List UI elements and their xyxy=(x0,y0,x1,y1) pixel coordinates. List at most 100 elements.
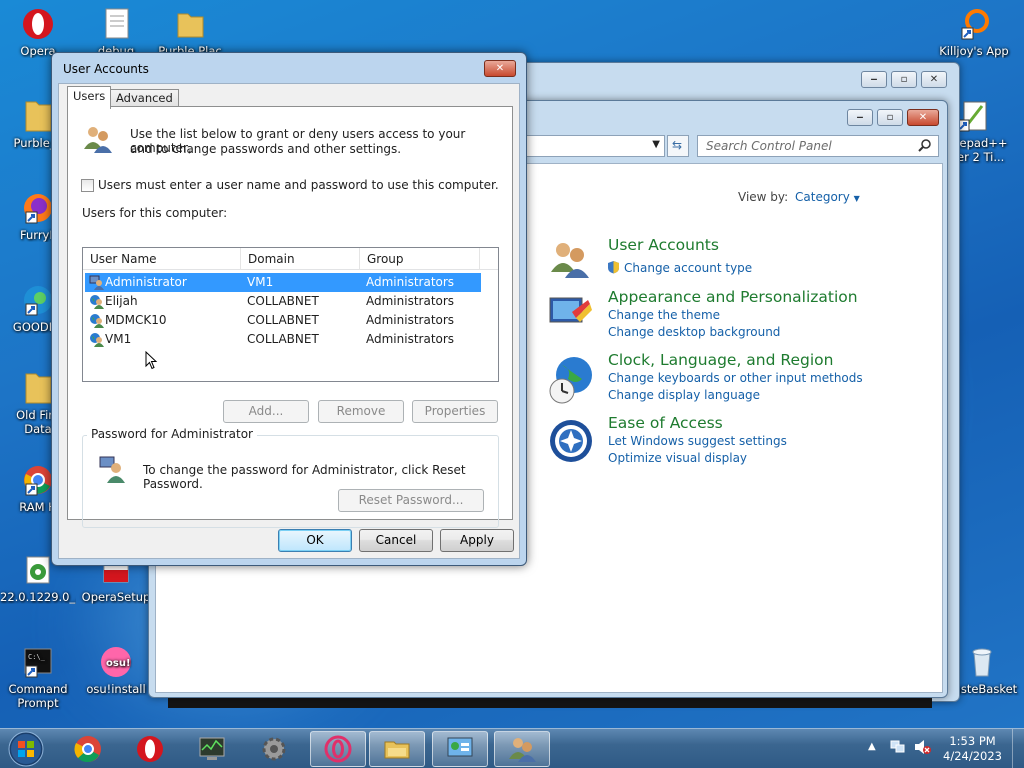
user-icon xyxy=(89,332,104,347)
category-link[interactable]: Change keyboards or other input methods xyxy=(608,371,863,385)
category-title[interactable]: Appearance and Personalization xyxy=(608,288,858,306)
password-user-icon xyxy=(98,455,130,490)
taskbar-file-explorer[interactable] xyxy=(369,731,425,767)
category-link[interactable]: Change desktop background xyxy=(608,325,780,339)
taskbar-opera-gx[interactable] xyxy=(310,731,366,767)
taskbar-control-panel[interactable] xyxy=(432,731,488,767)
show-desktop-button[interactable] xyxy=(1012,729,1024,768)
column-header-group[interactable]: Group xyxy=(360,248,480,270)
close-button[interactable]: ✕ xyxy=(484,60,516,77)
tray-network-icon[interactable] xyxy=(890,739,906,758)
search-input[interactable]: Search Control Panel xyxy=(697,135,939,157)
close-button[interactable]: ✕ xyxy=(907,109,939,126)
table-row-vm1[interactable]: VM1 COLLABNET Administrators xyxy=(85,330,481,349)
clock-date: 4/24/2023 xyxy=(943,749,1002,763)
taskbar-task-manager[interactable] xyxy=(184,731,240,767)
password-group-label: Password for Administrator xyxy=(87,427,257,441)
category-link[interactable]: Optimize visual display xyxy=(608,451,747,465)
table-row-administrator[interactable]: Administrator VM1 Administrators xyxy=(85,273,481,292)
user-accounts-dialog[interactable]: User Accounts ✕ Users Advanced Use the l… xyxy=(51,52,527,566)
background-window-caption-buttons: ‒ ▫ ✕ xyxy=(861,71,947,88)
taskbar-chrome[interactable] xyxy=(60,731,116,767)
category-link[interactable]: Change account type xyxy=(624,261,752,275)
svg-text:C:\_: C:\_ xyxy=(28,653,46,661)
minimize-button[interactable]: ‒ xyxy=(847,109,873,126)
desktop-icon-killjoys-app[interactable]: Killjoy's App xyxy=(936,6,1012,58)
cell-group: Administrators xyxy=(366,275,455,289)
maximize-button[interactable]: ▫ xyxy=(877,109,903,126)
desktop-icon-label: osu!install xyxy=(86,682,146,696)
category-link[interactable]: Let Windows suggest settings xyxy=(608,434,787,448)
cell-user-name: VM1 xyxy=(105,332,132,346)
cancel-button[interactable]: Cancel xyxy=(359,529,433,552)
appearance-icon xyxy=(548,292,592,339)
desktop-icon-debug[interactable]: debug xyxy=(78,6,154,58)
add-button[interactable]: Add... xyxy=(223,400,309,423)
file-explorer-icon xyxy=(384,741,410,759)
users-tab-page: Use the list below to grant or deny user… xyxy=(67,106,513,528)
require-password-label[interactable]: Users must enter a user name and passwor… xyxy=(98,178,499,192)
apply-button[interactable]: Apply xyxy=(440,529,514,552)
require-password-checkbox[interactable] xyxy=(81,179,94,192)
remove-button[interactable]: Remove xyxy=(318,400,404,423)
reset-password-button[interactable]: Reset Password... xyxy=(338,489,484,512)
recycle-bin-icon xyxy=(964,644,1000,680)
intro-text-line2: and to change passwords and other settin… xyxy=(130,142,402,156)
taskbar-settings[interactable] xyxy=(246,731,302,767)
desktop-icon-osu-install[interactable]: osu! osu!install xyxy=(78,644,154,696)
desktop-icon-purble-plac[interactable]: Purble Plac xyxy=(152,6,228,58)
tab-users[interactable]: Users xyxy=(67,86,112,109)
svg-text:osu!: osu! xyxy=(106,658,131,669)
settings-gear-icon xyxy=(262,737,286,761)
close-button[interactable]: ✕ xyxy=(921,71,947,88)
shield-icon xyxy=(607,260,620,277)
category-title[interactable]: Ease of Access xyxy=(608,414,723,432)
tab-advanced[interactable]: Advanced xyxy=(110,89,179,107)
category-link[interactable]: Change display language xyxy=(608,388,760,402)
taskbar-user-accounts[interactable] xyxy=(494,731,550,767)
search-placeholder: Search Control Panel xyxy=(706,139,832,153)
category-title[interactable]: User Accounts xyxy=(608,236,719,254)
refresh-icon: ⇆ xyxy=(672,138,683,152)
column-header-user-name[interactable]: User Name xyxy=(83,248,241,270)
taskbar-clock[interactable]: 1:53 PM 4/24/2023 xyxy=(943,734,1002,764)
ok-button[interactable]: OK xyxy=(278,529,352,552)
opera-icon xyxy=(137,736,163,762)
category-title[interactable]: Clock, Language, and Region xyxy=(608,351,833,369)
minimize-button[interactable]: ‒ xyxy=(861,71,887,88)
users-list-label: Users for this computer: xyxy=(82,206,228,220)
task-manager-icon xyxy=(199,737,225,760)
search-icon[interactable] xyxy=(918,138,932,155)
table-row-mdmck10[interactable]: MDMCK10 COLLABNET Administrators xyxy=(85,311,481,330)
column-header-domain[interactable]: Domain xyxy=(241,248,360,270)
ease-of-access-icon xyxy=(548,418,594,467)
view-by-value: Category xyxy=(795,190,850,204)
table-row-elijah[interactable]: Elijah COLLABNET Administrators xyxy=(85,292,481,311)
taskbar: ▲ 1:53 PM 4/24/2023 xyxy=(0,728,1024,768)
start-button[interactable] xyxy=(6,730,46,768)
refresh-button[interactable]: ⇆ xyxy=(667,135,689,157)
properties-button[interactable]: Properties xyxy=(412,400,498,423)
password-instructions: To change the password for Administrator… xyxy=(143,463,466,491)
desktop-icon-opera[interactable]: Opera xyxy=(0,6,76,58)
user-icon xyxy=(89,313,104,328)
maximize-button[interactable]: ▫ xyxy=(891,71,917,88)
tray-volume-muted-icon[interactable] xyxy=(914,739,932,758)
desktop-icon-label: OperaSetup xyxy=(81,590,151,604)
tray-show-hidden-icon[interactable]: ▲ xyxy=(868,741,876,752)
start-orb xyxy=(8,731,44,767)
chevron-down-icon[interactable]: ▼ xyxy=(652,139,660,150)
view-by-dropdown[interactable]: Category ▼ xyxy=(795,190,860,204)
user-icon xyxy=(89,294,104,309)
cell-group: Administrators xyxy=(366,332,455,346)
cell-domain: COLLABNET xyxy=(247,313,319,327)
desktop-icon-command-prompt[interactable]: C:\_ Command Prompt xyxy=(0,644,76,710)
cell-user-name: MDMCK10 xyxy=(105,313,167,327)
folder-icon xyxy=(172,6,208,42)
taskbar-opera[interactable] xyxy=(122,731,178,767)
control-panel-caption-buttons: ‒ ▫ ✕ xyxy=(847,109,939,126)
address-bar[interactable]: ▼ xyxy=(525,135,665,157)
notepad-plus-icon xyxy=(956,98,992,134)
category-link[interactable]: Change the theme xyxy=(608,308,720,322)
desktop-icon-label: Killjoy's App xyxy=(939,44,1009,58)
